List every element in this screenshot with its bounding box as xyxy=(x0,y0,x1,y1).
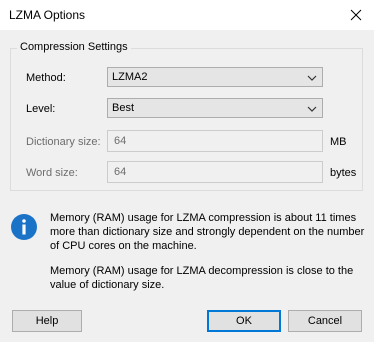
dictionary-size-value: 64 xyxy=(114,135,127,147)
word-size-value: 64 xyxy=(114,166,127,178)
level-value: Best xyxy=(112,102,135,114)
method-value: LZMA2 xyxy=(112,71,148,83)
group-title: Compression Settings xyxy=(17,40,131,54)
close-icon xyxy=(350,9,362,21)
close-button[interactable] xyxy=(344,4,368,26)
dictionary-size-unit: MB xyxy=(330,136,347,148)
word-size-label: Word size: xyxy=(26,167,78,179)
word-size-unit: bytes xyxy=(330,167,357,179)
decompression-memory-note-line2: value of dictionary size. xyxy=(50,279,165,291)
cancel-button[interactable]: Cancel xyxy=(288,310,362,332)
dictionary-size-label: Dictionary size: xyxy=(26,136,101,148)
title-bar: LZMA Options xyxy=(0,0,374,30)
decompression-memory-note-line1: Memory (RAM) usage for LZMA decompressio… xyxy=(50,265,354,277)
window-title: LZMA Options xyxy=(9,8,86,22)
compression-memory-note-line3: of CPU cores on the machine. xyxy=(50,240,197,252)
dictionary-size-field[interactable]: 64 xyxy=(107,130,323,152)
chevron-down-icon xyxy=(307,73,317,85)
level-dropdown[interactable]: Best xyxy=(107,98,323,118)
method-dropdown[interactable]: LZMA2 xyxy=(107,67,323,87)
info-icon xyxy=(10,213,38,241)
lzma-options-dialog: LZMA Options Compression Settings Method… xyxy=(0,0,374,342)
chevron-down-icon xyxy=(307,104,317,116)
compression-memory-note-line2: more than dictionary size and strongly d… xyxy=(50,226,365,238)
help-button[interactable]: Help xyxy=(12,310,82,332)
level-label: Level: xyxy=(26,103,56,115)
compression-memory-note-line1: Memory (RAM) usage for LZMA compression … xyxy=(50,212,357,224)
method-label: Method: xyxy=(26,72,66,84)
word-size-field[interactable]: 64 xyxy=(107,161,323,183)
ok-button[interactable]: OK xyxy=(207,310,281,332)
